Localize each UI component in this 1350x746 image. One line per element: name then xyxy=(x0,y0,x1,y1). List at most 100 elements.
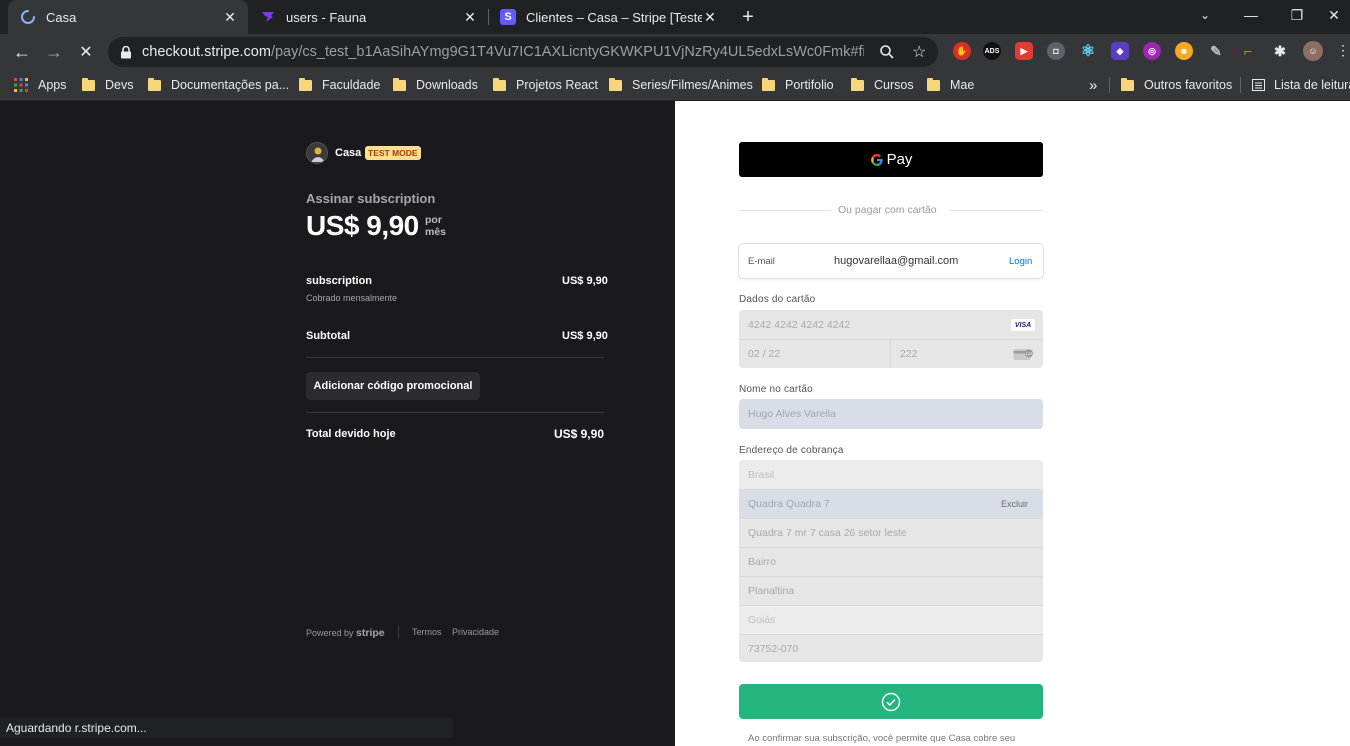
bookmark-mae[interactable]: Mae xyxy=(927,76,974,94)
order-summary-pane: Casa TEST MODE Assinar subscription US$ … xyxy=(0,101,675,746)
business-name[interactable]: Casa xyxy=(335,147,361,159)
tab-title: Clientes – Casa – Stripe [Teste] xyxy=(526,9,702,25)
promo-code-button[interactable]: Adicionar código promocional xyxy=(306,372,480,400)
tab-casa[interactable]: Casa ✕ xyxy=(8,0,248,34)
bookmark-apps[interactable]: Apps xyxy=(14,76,67,94)
bookmark-star-icon[interactable]: ☆ xyxy=(912,42,926,62)
test-mode-badge: TEST MODE xyxy=(365,146,421,160)
login-link[interactable]: Login xyxy=(1009,256,1032,267)
profile-avatar[interactable]: ☺ xyxy=(1303,41,1323,61)
checkmark-circle-icon xyxy=(881,692,901,711)
forward-button[interactable]: → xyxy=(40,38,68,66)
loading-spinner-icon xyxy=(21,10,35,24)
bookmark-label: Portifolio xyxy=(785,78,834,92)
email-label: E-mail xyxy=(748,256,775,267)
postal-code-input[interactable]: 73752-070 xyxy=(739,634,1043,662)
react-devtools-icon[interactable]: ⚛ xyxy=(1079,42,1097,60)
minimize-button[interactable]: — xyxy=(1228,0,1274,30)
bookmark-projetos-react[interactable]: Projetos React xyxy=(493,76,598,94)
bookmark-portifolio[interactable]: Portifolio xyxy=(762,76,834,94)
city-value: Planaltina xyxy=(748,585,795,597)
reading-list-button[interactable]: Lista de leitura xyxy=(1252,76,1350,94)
visa-card-icon: VISA xyxy=(1011,319,1035,331)
stripe-icon: S xyxy=(500,9,516,25)
email-value: hugovarellaa@gmail.com xyxy=(834,255,959,267)
address-line1-input[interactable]: Quadra Quadra 7 Excluir xyxy=(739,489,1043,518)
extension-face-icon[interactable]: ☻ xyxy=(1175,42,1193,60)
reading-list-icon xyxy=(1252,79,1265,91)
extension-ads-icon[interactable]: ADS xyxy=(983,42,1001,60)
extensions-puzzle-icon[interactable]: ✱ xyxy=(1271,42,1289,60)
extension-globe-icon[interactable]: ◎ xyxy=(1143,42,1161,60)
google-g-icon xyxy=(870,153,883,166)
delete-address-button[interactable]: Excluir xyxy=(1001,499,1028,509)
menu-kebab-icon[interactable]: ⋮ xyxy=(1336,42,1350,59)
subtotal-amount: US$ 9,90 xyxy=(562,330,608,342)
card-number-input[interactable]: 4242 4242 4242 4242 VISA xyxy=(739,310,1043,339)
name-on-card-input[interactable]: Hugo Alves Varella xyxy=(739,399,1043,429)
new-tab-button[interactable]: + xyxy=(736,5,760,29)
extension-video-red-icon[interactable]: ▶ xyxy=(1015,42,1033,60)
restore-button[interactable]: ❐ xyxy=(1274,0,1320,30)
google-pay-button[interactable]: Pay xyxy=(739,142,1043,177)
bookmark-outros-favoritos[interactable]: Outros favoritos xyxy=(1121,76,1232,94)
terms-confirmation-text: Ao confirmar sua subscrição, você permit… xyxy=(748,733,1016,744)
price-amount: US$ 9,90 xyxy=(306,210,419,241)
extension-monitor-icon[interactable]: ◘ xyxy=(1047,42,1065,60)
bookmark-cursos[interactable]: Cursos xyxy=(851,76,914,94)
card-cvc-input[interactable]: 222 123 xyxy=(890,339,1043,368)
city-input[interactable]: Planaltina xyxy=(739,576,1043,605)
stop-loading-button[interactable]: ✕ xyxy=(72,38,100,66)
bookmark-devs[interactable]: Devs xyxy=(82,76,133,94)
bookmarks-divider xyxy=(1240,77,1241,93)
tab-title: Casa xyxy=(46,9,77,25)
neighborhood-value: Bairro xyxy=(748,556,777,568)
bookmark-faculdade[interactable]: Faculdade xyxy=(299,76,380,94)
country-select[interactable]: Brasil xyxy=(739,460,1043,489)
bookmark-downloads[interactable]: Downloads xyxy=(393,76,478,94)
bookmark-label: Devs xyxy=(105,78,134,92)
price-period-2: mês xyxy=(425,226,447,238)
close-tab-icon[interactable]: ✕ xyxy=(462,9,478,25)
bookmark-series[interactable]: Series/Filmes/Animes xyxy=(609,76,753,94)
bookmark-label: Projetos React xyxy=(516,78,598,92)
fauna-icon xyxy=(262,12,274,22)
bookmark-label: Series/Filmes/Animes xyxy=(632,78,753,92)
bookmarks-overflow-button[interactable]: » xyxy=(1089,76,1097,94)
zoom-search-icon[interactable] xyxy=(879,44,895,60)
close-tab-icon[interactable]: ✕ xyxy=(222,9,238,25)
extension-pen-icon[interactable]: ✎ xyxy=(1207,42,1225,60)
tab-stripe-clientes[interactable]: S Clientes – Casa – Stripe [Teste] ✕ xyxy=(488,0,728,34)
privacy-link[interactable]: Privacidade xyxy=(452,627,499,637)
total-amount: US$ 9,90 xyxy=(553,427,604,441)
extension-purple-badge-icon[interactable]: ◆ xyxy=(1111,42,1129,60)
address-line2-input[interactable]: Quadra 7 mr 7 casa 26 setor leste xyxy=(739,518,1043,547)
card-cvc-value: 222 xyxy=(900,348,918,360)
subscribe-submit-button[interactable] xyxy=(739,684,1043,719)
state-select[interactable]: Goiás xyxy=(739,605,1043,634)
back-button[interactable]: ← xyxy=(8,38,36,66)
close-tab-icon[interactable]: ✕ xyxy=(702,9,718,25)
tab-title: users - Fauna xyxy=(286,9,367,25)
folder-icon xyxy=(82,77,95,91)
powered-by-stripe[interactable]: Powered by stripe xyxy=(306,627,385,639)
bookmark-label: Apps xyxy=(38,78,67,92)
neighborhood-input[interactable]: Bairro xyxy=(739,547,1043,576)
stripe-wordmark: stripe xyxy=(356,627,385,639)
address-bar[interactable]: checkout.stripe.com/pay/cs_test_b1AaSihA… xyxy=(108,37,938,67)
terms-link[interactable]: Termos xyxy=(412,627,442,637)
extension-orange-tool-icon[interactable]: ⌐ xyxy=(1239,42,1257,60)
card-expiry-input[interactable]: 02 / 22 xyxy=(739,339,890,368)
close-window-button[interactable]: ✕ xyxy=(1318,0,1350,30)
email-field[interactable]: E-mail hugovarellaa@gmail.com Login xyxy=(739,244,1043,278)
checkout-subtitle: Assinar subscription xyxy=(306,191,436,206)
billing-address-label: Endereço de cobrança xyxy=(739,445,844,456)
bookmark-documentacoes[interactable]: Documentações pa... xyxy=(148,76,289,94)
status-bar: Aguardando r.stripe.com... xyxy=(0,717,453,738)
folder-icon xyxy=(493,77,506,91)
tab-fauna[interactable]: users - Fauna ✕ xyxy=(248,0,488,34)
bookmark-label: Lista de leitura xyxy=(1274,78,1350,92)
footer-divider xyxy=(398,625,399,639)
tab-search-button[interactable]: ⌄ xyxy=(1182,0,1228,30)
extension-red-hand-icon[interactable]: ✋ xyxy=(953,42,971,60)
